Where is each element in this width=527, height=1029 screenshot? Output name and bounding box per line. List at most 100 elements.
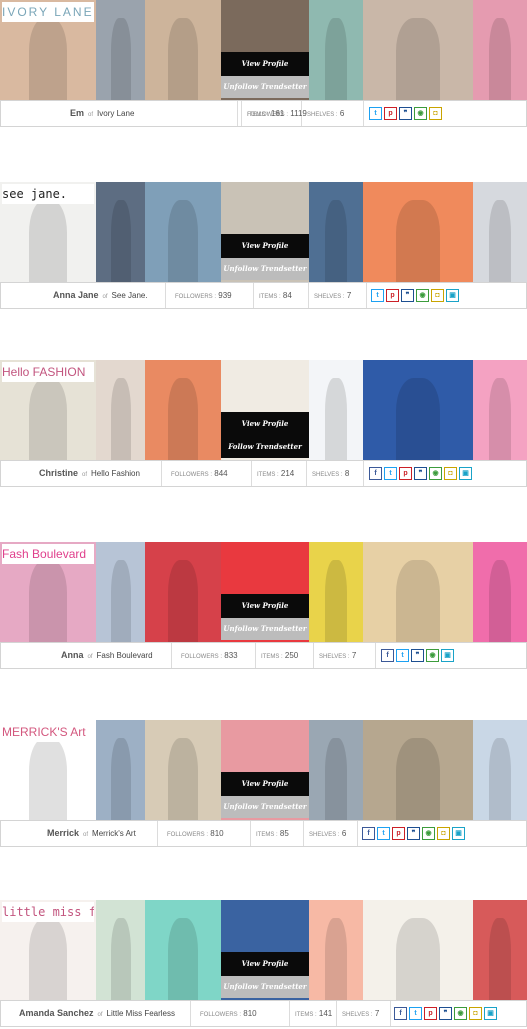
follow-toggle-button[interactable]: Unfollow Trendsetter [221,258,309,280]
view-profile-button[interactable]: View Profile [221,772,309,796]
outfit-photo[interactable] [309,360,363,460]
outfit-photo[interactable] [145,360,221,460]
polyvore-icon[interactable]: ◉ [414,107,427,120]
blog-icon[interactable]: ❞ [401,289,414,302]
outfit-photo[interactable] [473,360,527,460]
tumblr-icon[interactable]: ▣ [459,467,472,480]
outfit-photo[interactable] [473,182,527,282]
outfit-photo[interactable] [96,182,145,282]
follow-toggle-button[interactable]: Unfollow Trendsetter [221,976,309,998]
facebook-icon[interactable]: f [362,827,375,840]
of-label: of [102,294,108,300]
view-profile-button[interactable]: View Profile [221,952,309,976]
twitter-icon[interactable]: t [371,289,384,302]
trendsetter-name[interactable]: Em [70,108,84,118]
outfit-photo[interactable] [309,182,363,282]
shop-icon[interactable]: ◘ [431,289,444,302]
follow-toggle-button[interactable]: Unfollow Trendsetter [221,618,309,640]
follow-toggle-button[interactable]: Unfollow Trendsetter [221,76,309,98]
view-profile-button[interactable]: View Profile [221,412,309,436]
outfit-photo[interactable] [473,0,527,100]
followers-stat: FOLLOWERS : 810 [167,821,224,846]
blog-icon[interactable]: ❞ [414,467,427,480]
items-stat: ITEMS : 84 [259,283,292,308]
shop-icon[interactable]: ◘ [437,827,450,840]
trendsetter-name[interactable]: Christine [39,468,78,478]
outfit-photo[interactable] [96,720,145,820]
follow-toggle-button[interactable]: Unfollow Trendsetter [221,796,309,818]
polyvore-icon[interactable]: ◉ [429,467,442,480]
outfit-photo[interactable] [363,0,473,100]
polyvore-icon[interactable]: ◉ [416,289,429,302]
tumblr-icon[interactable]: ▣ [452,827,465,840]
twitter-icon[interactable]: t [409,1007,422,1020]
trendsetter-name[interactable]: Anna [61,650,84,660]
pinterest-icon[interactable]: p [392,827,405,840]
blog-name[interactable]: Merrick's Art [92,829,136,838]
trendsetter-card: Hello FASHION View Profile Follow Trendset… [0,360,527,487]
tumblr-icon[interactable]: ▣ [441,649,454,662]
outfit-photo[interactable] [309,900,363,1000]
facebook-icon[interactable]: f [369,467,382,480]
twitter-icon[interactable]: t [377,827,390,840]
outfit-photo[interactable] [473,720,527,820]
outfit-photo[interactable] [96,0,145,100]
stat-value: 214 [280,469,295,478]
blog-icon[interactable]: ❞ [407,827,420,840]
view-profile-button[interactable]: View Profile [221,594,309,618]
twitter-icon[interactable]: t [396,649,409,662]
trendsetter-name[interactable]: Merrick [47,828,79,838]
outfit-photo[interactable] [473,542,527,642]
items-stat: ITEMS : 250 [261,643,298,668]
blog-name[interactable]: Fash Boulevard [97,651,153,660]
blog-name[interactable]: See Jane. [112,291,148,300]
outfit-photo[interactable] [309,542,363,642]
outfit-photo[interactable] [363,360,473,460]
outfit-photo[interactable] [96,542,145,642]
outfit-photo[interactable] [145,900,221,1000]
outfit-photo[interactable] [145,542,221,642]
blog-name[interactable]: Little Miss Fearless [107,1009,175,1018]
pinterest-icon[interactable]: p [386,289,399,302]
facebook-icon[interactable]: f [394,1007,407,1020]
outfit-photo[interactable] [96,900,145,1000]
outfit-photo[interactable] [96,360,145,460]
outfit-photo[interactable] [309,720,363,820]
pinterest-icon[interactable]: p [384,107,397,120]
shop-icon[interactable]: ◘ [444,467,457,480]
twitter-icon[interactable]: t [369,107,382,120]
facebook-icon[interactable]: f [381,649,394,662]
outfit-photo[interactable] [145,182,221,282]
stat-value: 250 [284,651,299,660]
shop-icon[interactable]: ◘ [429,107,442,120]
polyvore-icon[interactable]: ◉ [454,1007,467,1020]
polyvore-icon[interactable]: ◉ [422,827,435,840]
outfit-photo[interactable] [363,720,473,820]
stat-label: SHELVES : [312,472,343,478]
outfit-photo[interactable] [309,0,363,100]
pinterest-icon[interactable]: p [424,1007,437,1020]
outfit-photo[interactable] [363,182,473,282]
blog-name[interactable]: Ivory Lane [97,109,134,118]
twitter-icon[interactable]: t [384,467,397,480]
polyvore-icon[interactable]: ◉ [426,649,439,662]
view-profile-button[interactable]: View Profile [221,234,309,258]
tumblr-icon[interactable]: ▣ [484,1007,497,1020]
outfit-photo[interactable] [145,0,221,100]
shop-icon[interactable]: ◘ [469,1007,482,1020]
trendsetter-name[interactable]: Anna Jane [53,290,99,300]
outfit-photo[interactable] [145,720,221,820]
outfit-photo[interactable] [473,900,527,1000]
tumblr-icon[interactable]: ▣ [446,289,459,302]
follow-toggle-button[interactable]: Follow Trendsetter [221,436,309,458]
blog-icon[interactable]: ❞ [439,1007,452,1020]
items-stat: ITEMS : 85 [256,821,289,846]
view-profile-button[interactable]: View Profile [221,52,309,76]
blog-icon[interactable]: ❞ [411,649,424,662]
blog-name[interactable]: Hello Fashion [91,469,140,478]
pinterest-icon[interactable]: p [399,467,412,480]
blog-icon[interactable]: ❞ [399,107,412,120]
outfit-photo[interactable] [363,542,473,642]
trendsetter-name[interactable]: Amanda Sanchez [19,1008,94,1018]
outfit-photo[interactable] [363,900,473,1000]
